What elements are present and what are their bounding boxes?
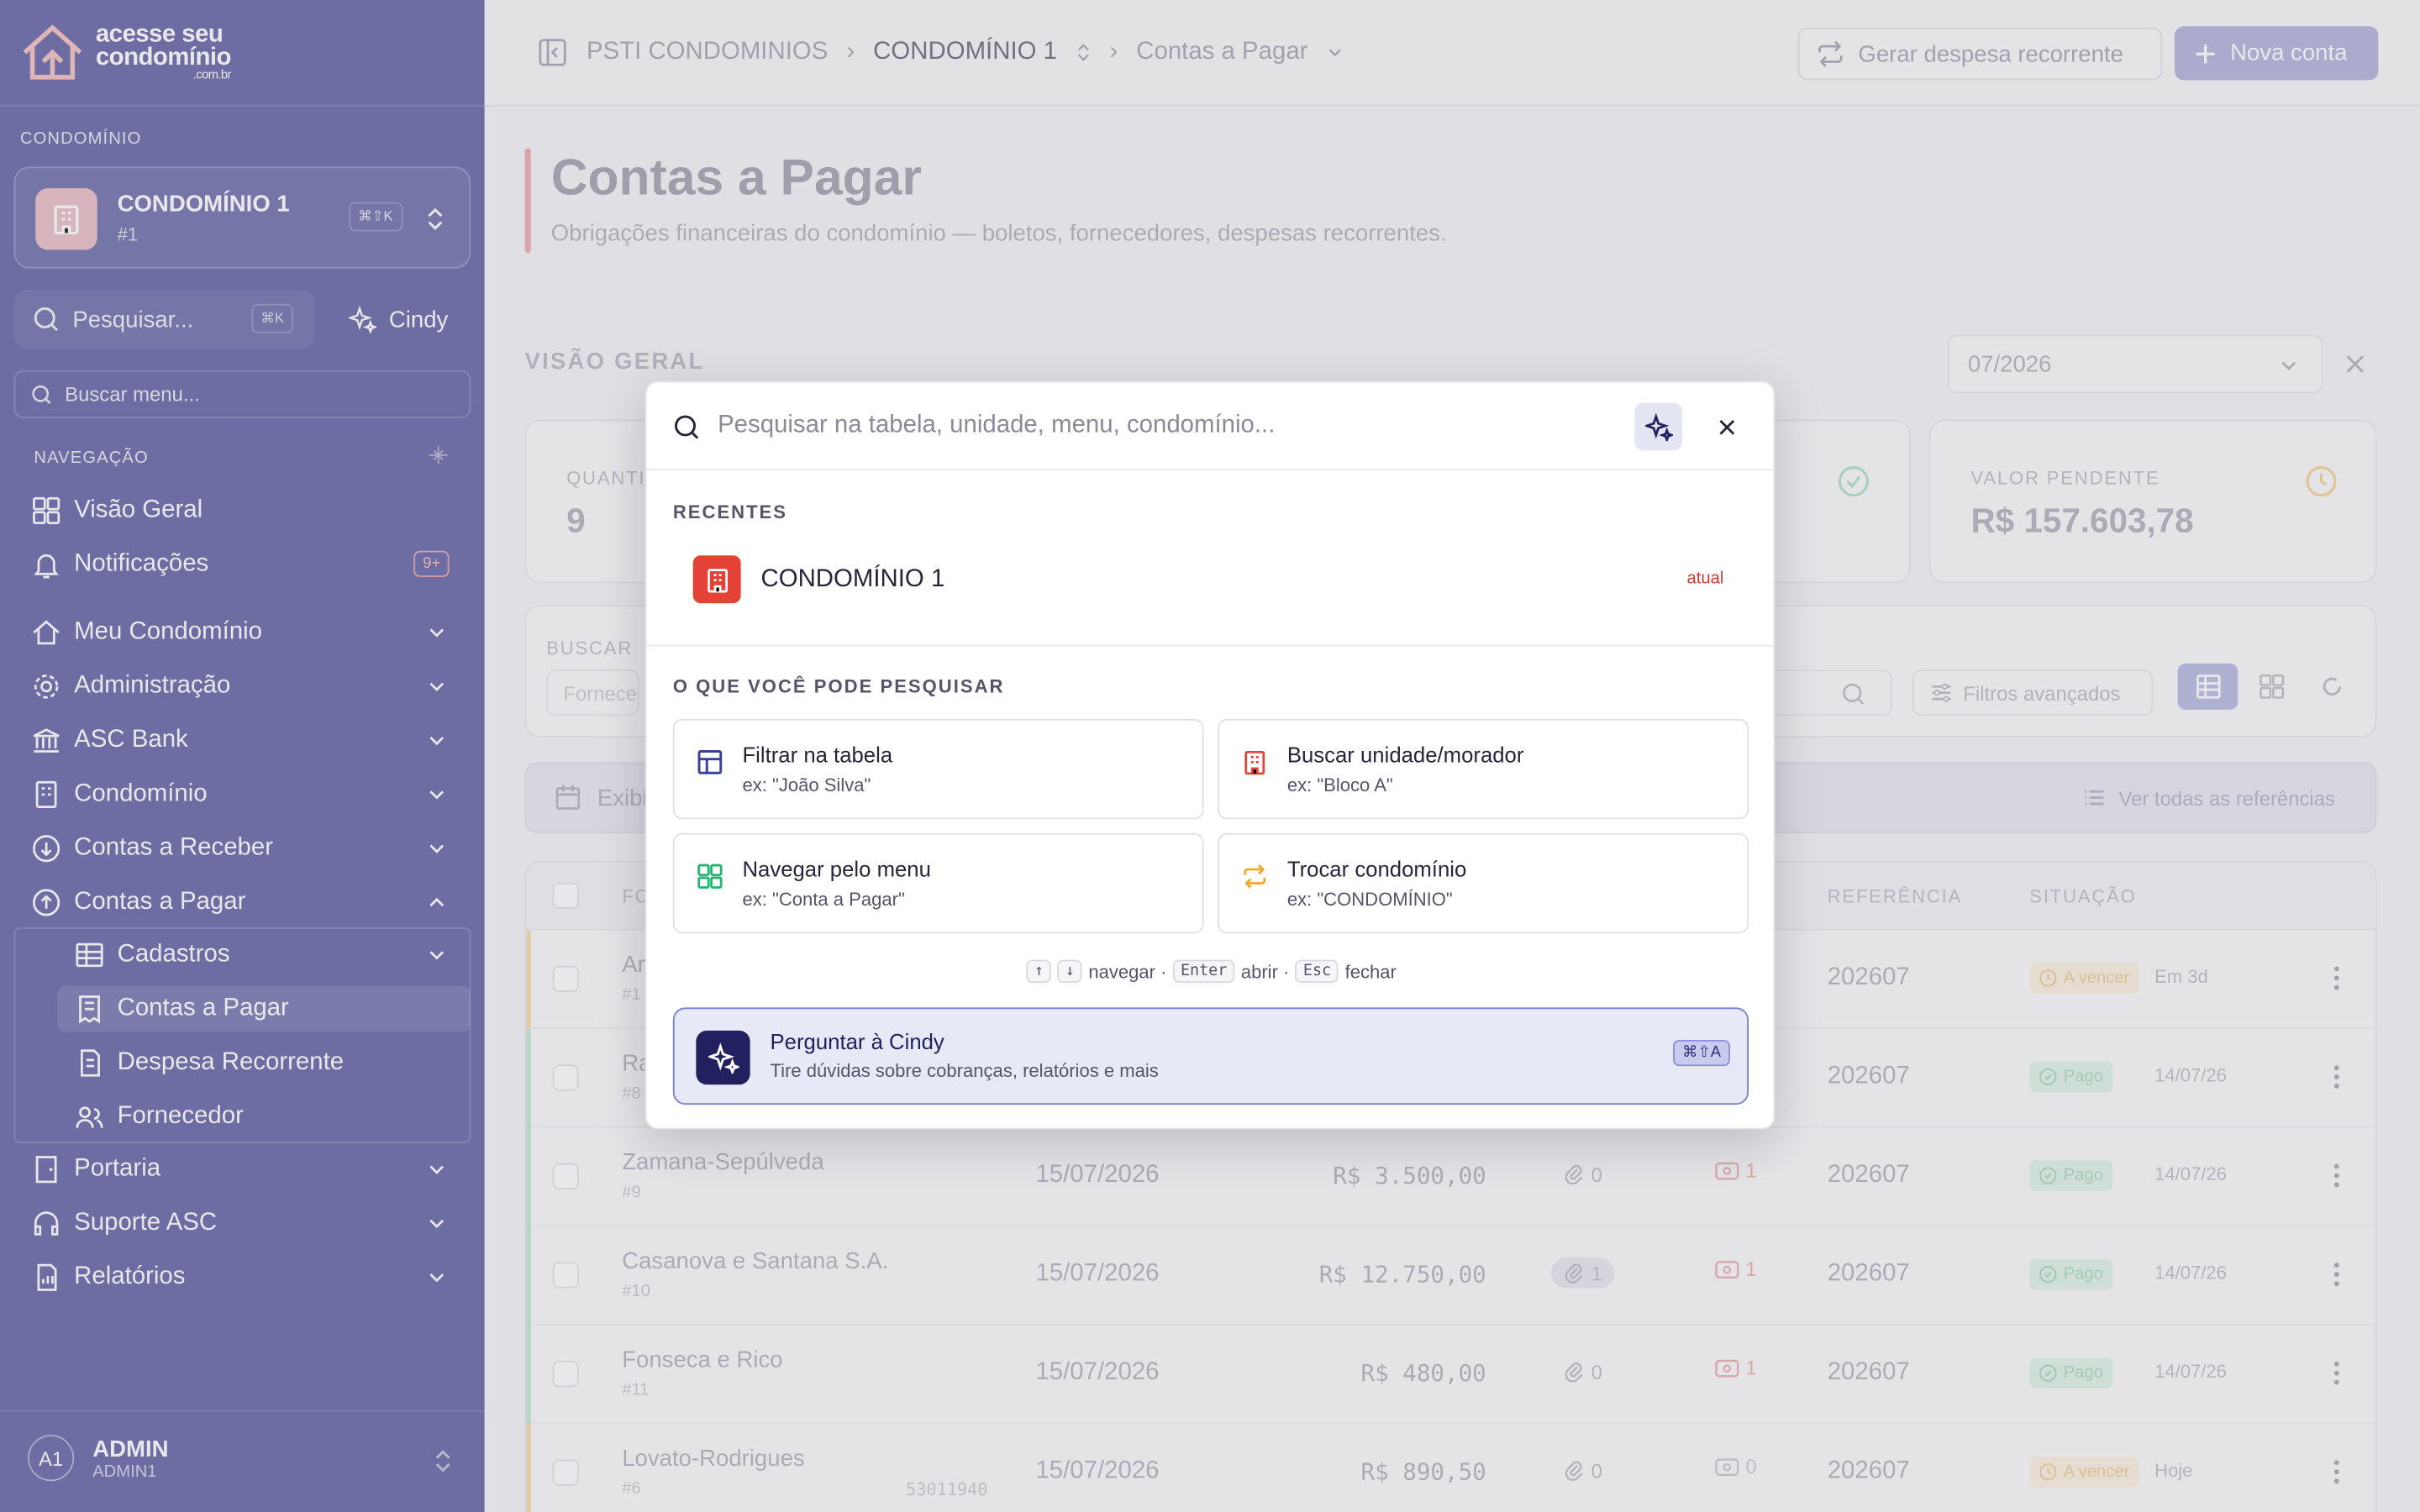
command-palette: RECENTES CONDOMÍNIO 1 atual O QUE VOCÊ P… <box>644 381 1776 1130</box>
ask-cindy-button[interactable]: Perguntar à Cindy Tire dúvidas sobre cob… <box>672 1007 1749 1105</box>
close-icon <box>1719 419 1735 435</box>
sparkle-icon <box>1644 412 1673 441</box>
recent-item-name: CONDOMÍNIO 1 <box>760 566 945 593</box>
hint-open: abrir · <box>1240 960 1290 983</box>
divider <box>646 644 1774 647</box>
option-switch-condo[interactable]: Trocar condomínio ex: "CONDOMÍNIO" <box>1218 832 1749 934</box>
hint-close: fechar <box>1344 960 1397 983</box>
option-title: Buscar unidade/morador <box>1286 742 1524 767</box>
key-esc: Esc <box>1295 959 1339 983</box>
option-example: ex: "João Silva" <box>742 774 871 796</box>
keyboard-hint: ↑ ↓ navegar · Enter abrir · Esc fechar <box>647 959 1774 983</box>
repeat-icon <box>1244 864 1266 889</box>
option-filter-table[interactable]: Filtrar na tabela ex: "João Silva" <box>672 718 1204 820</box>
key-down: ↓ <box>1057 959 1082 983</box>
searchable-section-title: O QUE VOCÊ PODE PESQUISAR <box>672 675 1005 698</box>
recent-section-title: RECENTES <box>672 501 788 523</box>
hint-navigate: navegar · <box>1088 960 1167 983</box>
sparkle-icon <box>696 1030 750 1085</box>
ai-mode-button[interactable] <box>1634 402 1683 451</box>
ask-cindy-title: Perguntar à Cindy <box>770 1029 944 1054</box>
key-enter: Enter <box>1172 959 1235 983</box>
current-tag: atual <box>1686 569 1724 588</box>
key-up: ↑ <box>1026 959 1052 983</box>
recent-item-condominio-1[interactable]: CONDOMÍNIO 1 atual <box>692 555 1758 605</box>
building-icon <box>692 555 741 604</box>
option-navigate-menu[interactable]: Navegar pelo menu ex: "Conta a Pagar" <box>672 832 1204 934</box>
ask-cindy-subtitle: Tire dúvidas sobre cobranças, relatórios… <box>770 1059 1159 1082</box>
search-icon <box>675 415 699 439</box>
option-title: Trocar condomínio <box>1286 856 1467 881</box>
option-example: ex: "Conta a Pagar" <box>742 888 905 911</box>
option-find-unit[interactable]: Buscar unidade/morador ex: "Bloco A" <box>1218 718 1749 820</box>
ask-cindy-shortcut: ⌘⇧A <box>1673 1039 1731 1067</box>
palette-search-input[interactable] <box>718 404 1613 448</box>
palette-search-bar <box>646 383 1774 471</box>
option-example: ex: "CONDOMÍNIO" <box>1286 888 1453 911</box>
option-title: Filtrar na tabela <box>742 742 893 767</box>
option-title: Navegar pelo menu <box>742 856 931 881</box>
grid-icon <box>697 864 723 889</box>
palette-close-button[interactable] <box>1708 409 1745 446</box>
table-icon <box>697 750 723 774</box>
building-icon <box>1244 750 1265 775</box>
option-example: ex: "Bloco A" <box>1286 774 1393 796</box>
